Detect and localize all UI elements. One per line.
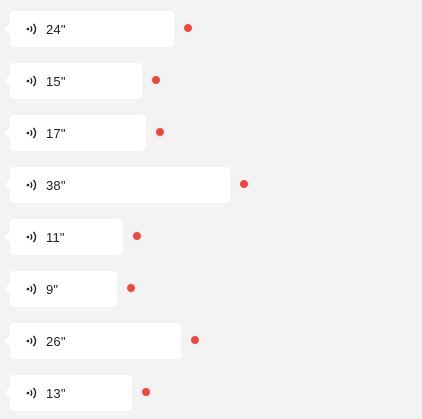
voice-message-duration: 17"	[46, 125, 66, 141]
voice-message-row: 13"	[10, 375, 150, 411]
unread-dot	[133, 232, 141, 240]
voice-wave-icon	[25, 74, 39, 88]
voice-wave-icon	[25, 386, 39, 400]
voice-message-duration: 24"	[46, 21, 66, 37]
unread-dot	[152, 76, 160, 84]
voice-message-duration: 9"	[46, 281, 59, 297]
unread-dot	[191, 336, 199, 344]
voice-message-duration: 26"	[46, 333, 66, 349]
voice-wave-icon	[25, 282, 39, 296]
voice-wave-icon	[25, 178, 39, 192]
voice-wave-icon	[25, 22, 39, 36]
voice-message-row: 26"	[10, 323, 199, 359]
voice-message-bubble[interactable]: 11"	[10, 219, 123, 255]
voice-message-bubble[interactable]: 13"	[10, 375, 132, 411]
voice-message-duration: 38"	[46, 177, 66, 193]
voice-message-duration: 15"	[46, 73, 66, 89]
voice-wave-icon	[25, 126, 39, 140]
unread-dot	[142, 388, 150, 396]
voice-message-bubble[interactable]: 26"	[10, 323, 181, 359]
voice-message-duration: 13"	[46, 385, 66, 401]
unread-dot	[156, 128, 164, 136]
voice-wave-icon	[25, 334, 39, 348]
voice-message-bubble[interactable]: 24"	[10, 11, 174, 47]
unread-dot	[240, 180, 248, 188]
voice-message-bubble[interactable]: 15"	[10, 63, 142, 99]
voice-message-list: 24" 15" 17" 38" 11" 9" 26" 13"	[0, 0, 422, 419]
voice-message-bubble[interactable]: 17"	[10, 115, 146, 151]
voice-message-duration: 11"	[46, 229, 65, 245]
unread-dot	[127, 284, 135, 292]
voice-message-row: 24"	[10, 11, 192, 47]
voice-wave-icon	[25, 230, 39, 244]
voice-message-bubble[interactable]: 38"	[10, 167, 230, 203]
voice-message-row: 38"	[10, 167, 248, 203]
voice-message-row: 17"	[10, 115, 164, 151]
voice-message-row: 15"	[10, 63, 160, 99]
voice-message-bubble[interactable]: 9"	[10, 271, 117, 307]
voice-message-row: 11"	[10, 219, 141, 255]
unread-dot	[184, 24, 192, 32]
voice-message-row: 9"	[10, 271, 135, 307]
